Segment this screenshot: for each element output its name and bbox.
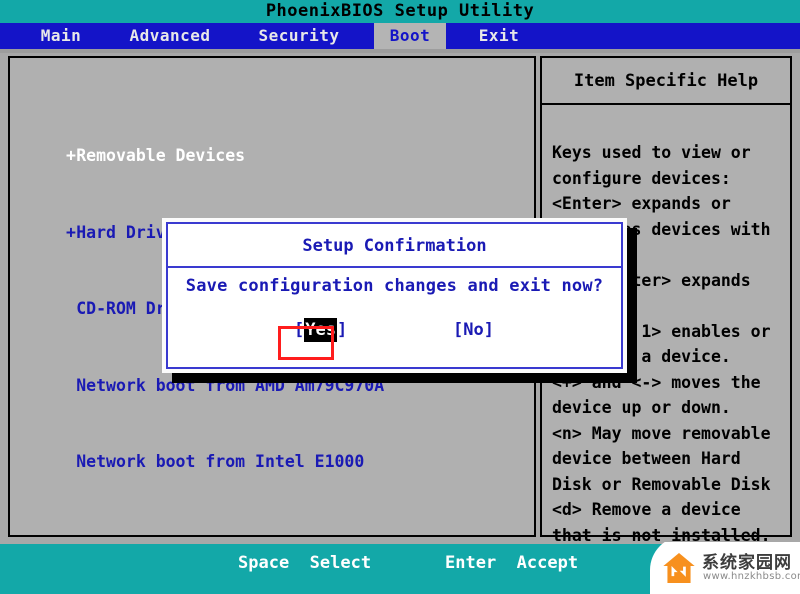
dialog-title: Setup Confirmation (168, 224, 621, 268)
shortcut-space-select: Space Select (238, 550, 371, 576)
expand-marker-icon (66, 296, 76, 322)
expand-marker-icon: + (66, 222, 76, 242)
tab-main[interactable]: Main (22, 23, 100, 49)
bracket-close: ] (483, 320, 494, 340)
boot-item-label: Network boot from Intel E1000 (76, 452, 365, 471)
menu-bar: Main Advanced Security Boot Exit (0, 23, 800, 49)
setup-confirmation-dialog: Setup Confirmation Save configuration ch… (162, 218, 627, 373)
shortcut-enter-accept: Enter Accept (445, 550, 578, 576)
yes-button-highlight-ring (278, 326, 334, 360)
bracket-open: [ (453, 320, 464, 340)
help-panel-title: Item Specific Help (542, 58, 790, 105)
shortcut-action: Select (309, 553, 372, 573)
tab-security[interactable]: Security (238, 23, 360, 49)
boot-item-label: Removable Devices (76, 146, 246, 165)
menu-bar-divider (0, 49, 800, 53)
window-title: PhoenixBIOS Setup Utility (0, 0, 800, 23)
no-button[interactable]: [No] (451, 316, 496, 344)
tab-boot[interactable]: Boot (374, 23, 446, 49)
expand-marker-icon (66, 449, 76, 475)
dialog-message: Save configuration changes and exit now? (185, 276, 604, 296)
boot-list-item[interactable]: Network boot from Intel E1000 (66, 449, 384, 475)
dialog-button-row: [Yes] [No] (168, 316, 621, 356)
site-watermark: 系统家园网 www.hnzkhbsb.com (638, 542, 800, 594)
shortcut-gap (496, 553, 516, 573)
house-logo-icon (663, 553, 695, 583)
tab-exit[interactable]: Exit (456, 23, 542, 49)
boot-item-label: Hard Drive (76, 222, 176, 242)
bios-setup-screen: PhoenixBIOS Setup Utility Main Advanced … (0, 0, 800, 594)
watermark-url: www.hnzkhbsb.com (703, 571, 800, 582)
boot-list-item[interactable]: +Removable Devices (66, 143, 384, 169)
no-button-label: No (463, 320, 484, 340)
dialog-frame: Setup Confirmation Save configuration ch… (166, 222, 623, 369)
shortcut-gap (289, 553, 309, 573)
shortcut-action: Accept (516, 553, 579, 573)
tab-advanced[interactable]: Advanced (110, 23, 230, 49)
watermark-brand: 系统家园网 (702, 553, 792, 573)
shortcut-key: Space (238, 553, 290, 573)
expand-marker-icon: + (66, 146, 76, 165)
expand-marker-icon (66, 373, 76, 399)
shortcut-key: Enter (445, 553, 497, 573)
bracket-close: ] (336, 320, 348, 340)
